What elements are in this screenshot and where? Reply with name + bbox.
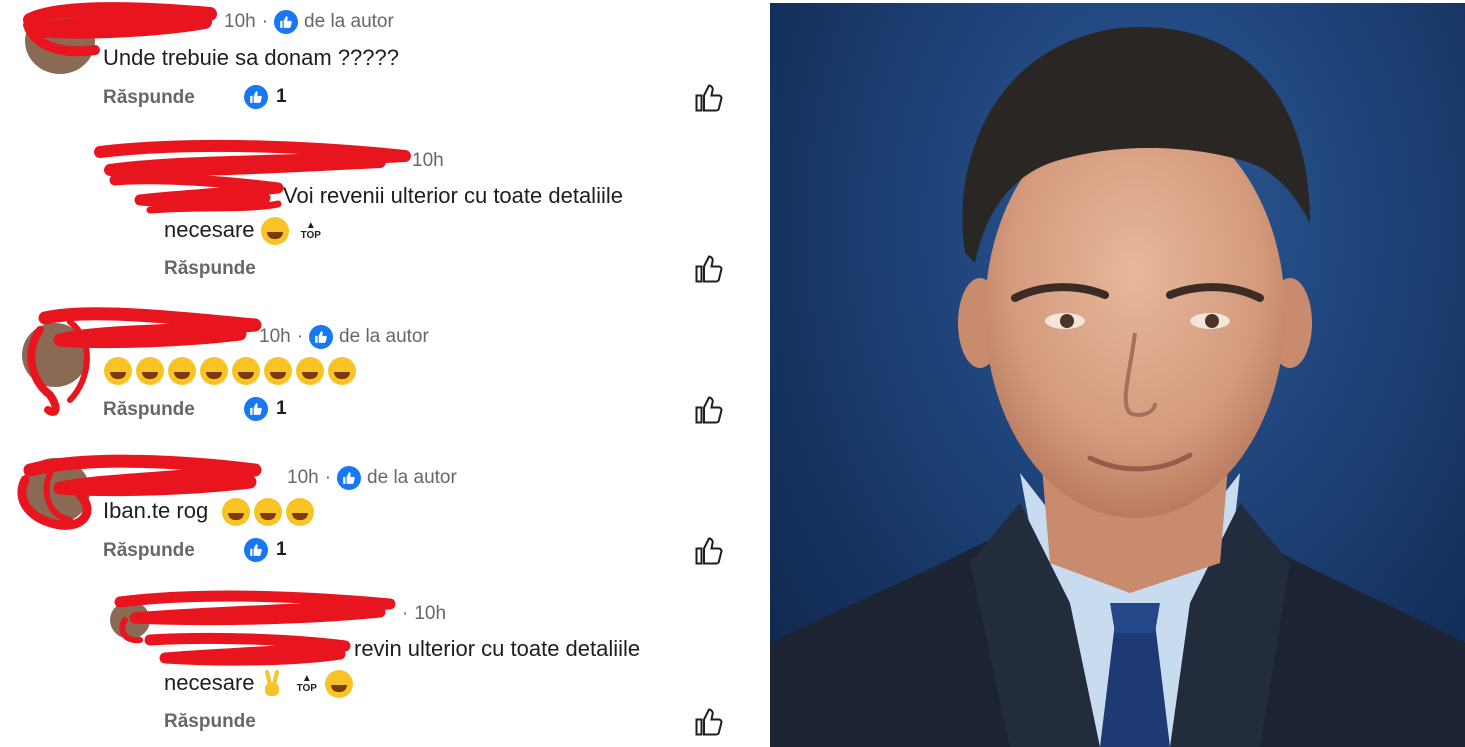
rofl-emoji-icon	[232, 357, 260, 386]
like-count[interactable]: 1	[244, 397, 287, 421]
thumbs-up-icon[interactable]	[694, 707, 724, 737]
comment-meta: 10h · de la autor	[287, 466, 457, 490]
rofl-emoji-icon	[286, 498, 315, 527]
author-badge-icon	[309, 325, 334, 349]
peace-hand-emoji-icon	[264, 670, 279, 697]
comment-meta: 10h · de la autor	[224, 10, 394, 34]
comment-text-line2: necesare ▲ TOP	[164, 217, 323, 246]
laughing-emoji-icon	[324, 670, 353, 699]
like-badge-icon	[244, 397, 268, 421]
rofl-emoji-icon	[328, 357, 356, 386]
rofl-emoji-icon	[136, 357, 164, 386]
comment-text: Voi revenii ulterior cu toate detaliile	[283, 183, 623, 208]
avatar[interactable]	[25, 8, 95, 74]
thumbs-up-icon[interactable]	[694, 254, 724, 284]
like-count-value: 1	[276, 398, 287, 419]
comment-meta: 10h	[412, 150, 444, 172]
comment-time: 10h	[224, 11, 256, 32]
reply-button[interactable]: Răspunde	[164, 258, 256, 280]
like-count-value: 1	[276, 539, 287, 560]
like-count[interactable]: 1	[244, 85, 287, 109]
reply-button[interactable]: Răspunde	[103, 540, 195, 562]
avatar[interactable]	[22, 323, 88, 387]
rofl-emoji-icon	[296, 357, 324, 386]
laughing-emoji-icon	[260, 217, 289, 246]
rofl-emoji-icon	[168, 357, 196, 386]
rofl-emoji-icon	[222, 498, 251, 527]
comment-time: 10h	[287, 467, 319, 488]
comment-meta: 10h · de la autor	[259, 325, 429, 349]
reply-button[interactable]: Răspunde	[103, 87, 195, 109]
like-badge-icon	[244, 538, 268, 562]
like-badge-icon	[244, 85, 268, 109]
author-badge-label: de la autor	[367, 467, 457, 488]
portrait-illustration	[770, 27, 1465, 747]
portrait-photo	[770, 3, 1465, 747]
comment-text-line2: necesare ▲ TOP	[164, 670, 357, 699]
comment-meta: · 10h	[402, 603, 447, 624]
top-arrow-icon: ▲ TOP	[296, 673, 317, 695]
author-badge-icon	[337, 466, 362, 490]
like-count-value: 1	[276, 86, 287, 107]
thumbs-up-icon[interactable]	[694, 536, 724, 566]
avatar[interactable]	[110, 601, 150, 639]
comment-text: Iban.te rog	[103, 498, 318, 527]
reply-button[interactable]: Răspunde	[164, 711, 256, 733]
comment-text: revin ulterior cu toate detaliile	[354, 636, 641, 661]
comment-time: 10h	[414, 603, 447, 624]
top-arrow-icon: ▲ TOP	[300, 220, 321, 242]
rofl-emoji-icon	[200, 357, 228, 386]
author-badge-label: de la autor	[304, 11, 394, 32]
comment-time: 10h	[259, 326, 291, 347]
emoji-row	[104, 357, 360, 386]
comment-text: Unde trebuie sa donam ?????	[103, 45, 399, 70]
like-count[interactable]: 1	[244, 538, 287, 562]
author-badge-label: de la autor	[339, 326, 429, 347]
comment-time: 10h	[412, 150, 444, 171]
thumbs-up-icon[interactable]	[694, 395, 724, 425]
reply-button[interactable]: Răspunde	[103, 399, 195, 421]
author-badge-icon	[274, 10, 299, 34]
comments-panel: 10h · de la autor Unde trebuie sa donam …	[0, 0, 760, 747]
rofl-emoji-icon	[264, 357, 292, 386]
thumbs-up-icon[interactable]	[694, 83, 724, 113]
rofl-emoji-icon	[254, 498, 283, 527]
rofl-emoji-icon	[104, 357, 132, 386]
avatar[interactable]	[20, 458, 90, 524]
